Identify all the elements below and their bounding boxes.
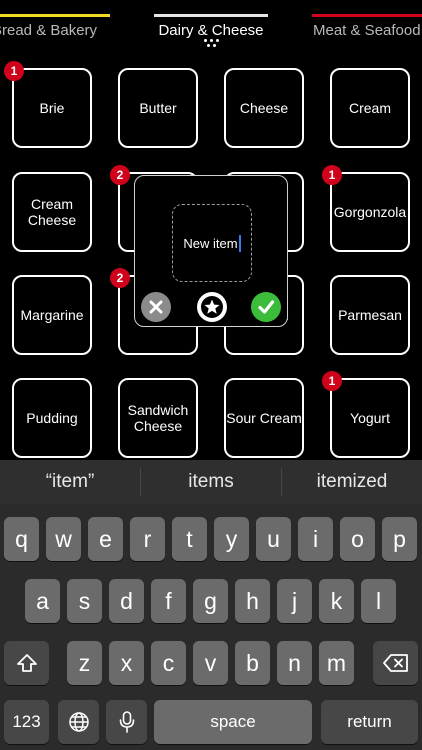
item-name-text: New item xyxy=(183,235,238,251)
item-tile-parmesan[interactable]: Parmesan xyxy=(330,275,410,355)
key-r[interactable]: r xyxy=(130,517,165,561)
shift-arrow-icon xyxy=(16,654,37,672)
tab-bread-bakery-indicator xyxy=(0,14,110,17)
item-tile-sandwich-cheese[interactable]: Sandwich Cheese xyxy=(118,378,198,458)
key-k[interactable]: k xyxy=(319,579,354,623)
backspace-key[interactable] xyxy=(373,641,418,685)
page-indicator-dots xyxy=(154,39,268,42)
item-label: Parmesan xyxy=(338,307,402,323)
count-badge: 2 xyxy=(110,165,130,185)
checkmark-icon xyxy=(258,300,275,314)
tab-meat-seafood-label: Meat & Seafood xyxy=(313,22,421,39)
key-a[interactable]: a xyxy=(25,579,60,623)
key-z[interactable]: z xyxy=(67,641,102,685)
key-m[interactable]: m xyxy=(319,641,354,685)
onscreen-keyboard: “item” items itemized q w e r t y u i o … xyxy=(0,460,422,750)
key-l[interactable]: l xyxy=(361,579,396,623)
key-b[interactable]: b xyxy=(235,641,270,685)
key-x[interactable]: x xyxy=(109,641,144,685)
key-h[interactable]: h xyxy=(235,579,270,623)
key-i[interactable]: i xyxy=(298,517,333,561)
key-s[interactable]: s xyxy=(67,579,102,623)
microphone-icon xyxy=(119,711,134,733)
item-label: Cream Cheese xyxy=(27,196,77,228)
key-d[interactable]: d xyxy=(109,579,144,623)
count-badge: 1 xyxy=(4,61,24,81)
globe-key[interactable] xyxy=(58,700,99,744)
key-t[interactable]: t xyxy=(172,517,207,561)
item-tile-butter[interactable]: Butter xyxy=(118,68,198,148)
space-key[interactable]: space xyxy=(154,700,312,744)
page-indicator-dots-row2 xyxy=(154,44,268,47)
item-label: Pudding xyxy=(26,410,78,426)
count-badge: 1 xyxy=(322,165,342,185)
item-name-input[interactable]: New item xyxy=(172,204,252,282)
cancel-button[interactable] xyxy=(141,292,171,322)
suggestion-bar: “item” items itemized xyxy=(0,460,422,504)
item-tile-pudding[interactable]: Pudding xyxy=(12,378,92,458)
tab-meat-seafood[interactable]: Meat & Seafood xyxy=(312,14,422,48)
category-tabs: Bread & Bakery Dairy & Cheese Meat & Sea… xyxy=(0,0,422,56)
item-tile-cheese[interactable]: Cheese xyxy=(224,68,304,148)
key-j[interactable]: j xyxy=(277,579,312,623)
item-label: Yogurt xyxy=(350,410,390,426)
tab-dairy-cheese-indicator xyxy=(154,14,268,17)
numbers-key[interactable]: 123 xyxy=(4,700,49,744)
count-badge: 2 xyxy=(110,268,130,288)
key-n[interactable]: n xyxy=(277,641,312,685)
item-tile-sour-cream[interactable]: Sour Cream xyxy=(224,378,304,458)
return-key[interactable]: return xyxy=(321,700,418,744)
key-f[interactable]: f xyxy=(151,579,186,623)
globe-icon xyxy=(68,712,89,732)
suggestion-itemized[interactable]: itemized xyxy=(282,460,422,504)
key-q[interactable]: q xyxy=(4,517,39,561)
confirm-button[interactable] xyxy=(251,292,281,322)
item-label: Sandwich Cheese xyxy=(127,402,189,434)
key-p[interactable]: p xyxy=(382,517,417,561)
item-label: Sour Cream xyxy=(226,410,302,426)
close-icon xyxy=(149,300,163,314)
key-y[interactable]: y xyxy=(214,517,249,561)
tab-bread-bakery-label: Bread & Bakery xyxy=(0,22,98,39)
item-label: Cream xyxy=(348,100,391,116)
key-o[interactable]: o xyxy=(340,517,375,561)
key-w[interactable]: w xyxy=(46,517,81,561)
item-tile-gorgonzola[interactable]: Gorgonzola xyxy=(330,172,410,252)
key-e[interactable]: e xyxy=(88,517,123,561)
key-v[interactable]: v xyxy=(193,641,228,685)
star-icon xyxy=(201,296,223,318)
item-tile-cream-cheese[interactable]: Cream Cheese xyxy=(12,172,92,252)
key-g[interactable]: g xyxy=(193,579,228,623)
item-tile-cream[interactable]: Cream xyxy=(330,68,410,148)
backspace-icon xyxy=(382,654,408,672)
item-label: Cheese xyxy=(239,100,289,116)
item-label: Margarine xyxy=(20,307,84,323)
tab-bread-bakery[interactable]: Bread & Bakery xyxy=(0,14,110,48)
item-tile-margarine[interactable]: Margarine xyxy=(12,275,92,355)
text-cursor xyxy=(238,234,241,252)
dictation-key[interactable] xyxy=(106,700,147,744)
item-label: Butter xyxy=(139,100,177,116)
count-badge: 1 xyxy=(322,371,342,391)
tab-dairy-cheese-label: Dairy & Cheese xyxy=(158,22,264,39)
key-c[interactable]: c xyxy=(151,641,186,685)
suggestion-items[interactable]: items xyxy=(141,460,281,504)
suggestion-quoted[interactable]: “item” xyxy=(0,460,140,504)
item-tile-yogurt[interactable]: Yogurt xyxy=(330,378,410,458)
favorite-button[interactable] xyxy=(197,292,227,322)
item-label: Brie xyxy=(39,100,65,116)
new-item-popup: New item xyxy=(134,175,288,327)
shift-key[interactable] xyxy=(4,641,49,685)
item-label: Gorgonzola xyxy=(333,204,407,220)
tab-meat-seafood-indicator xyxy=(312,14,422,17)
item-tile-brie[interactable]: Brie xyxy=(12,68,92,148)
tab-dairy-cheese[interactable]: Dairy & Cheese xyxy=(154,14,268,48)
key-u[interactable]: u xyxy=(256,517,291,561)
